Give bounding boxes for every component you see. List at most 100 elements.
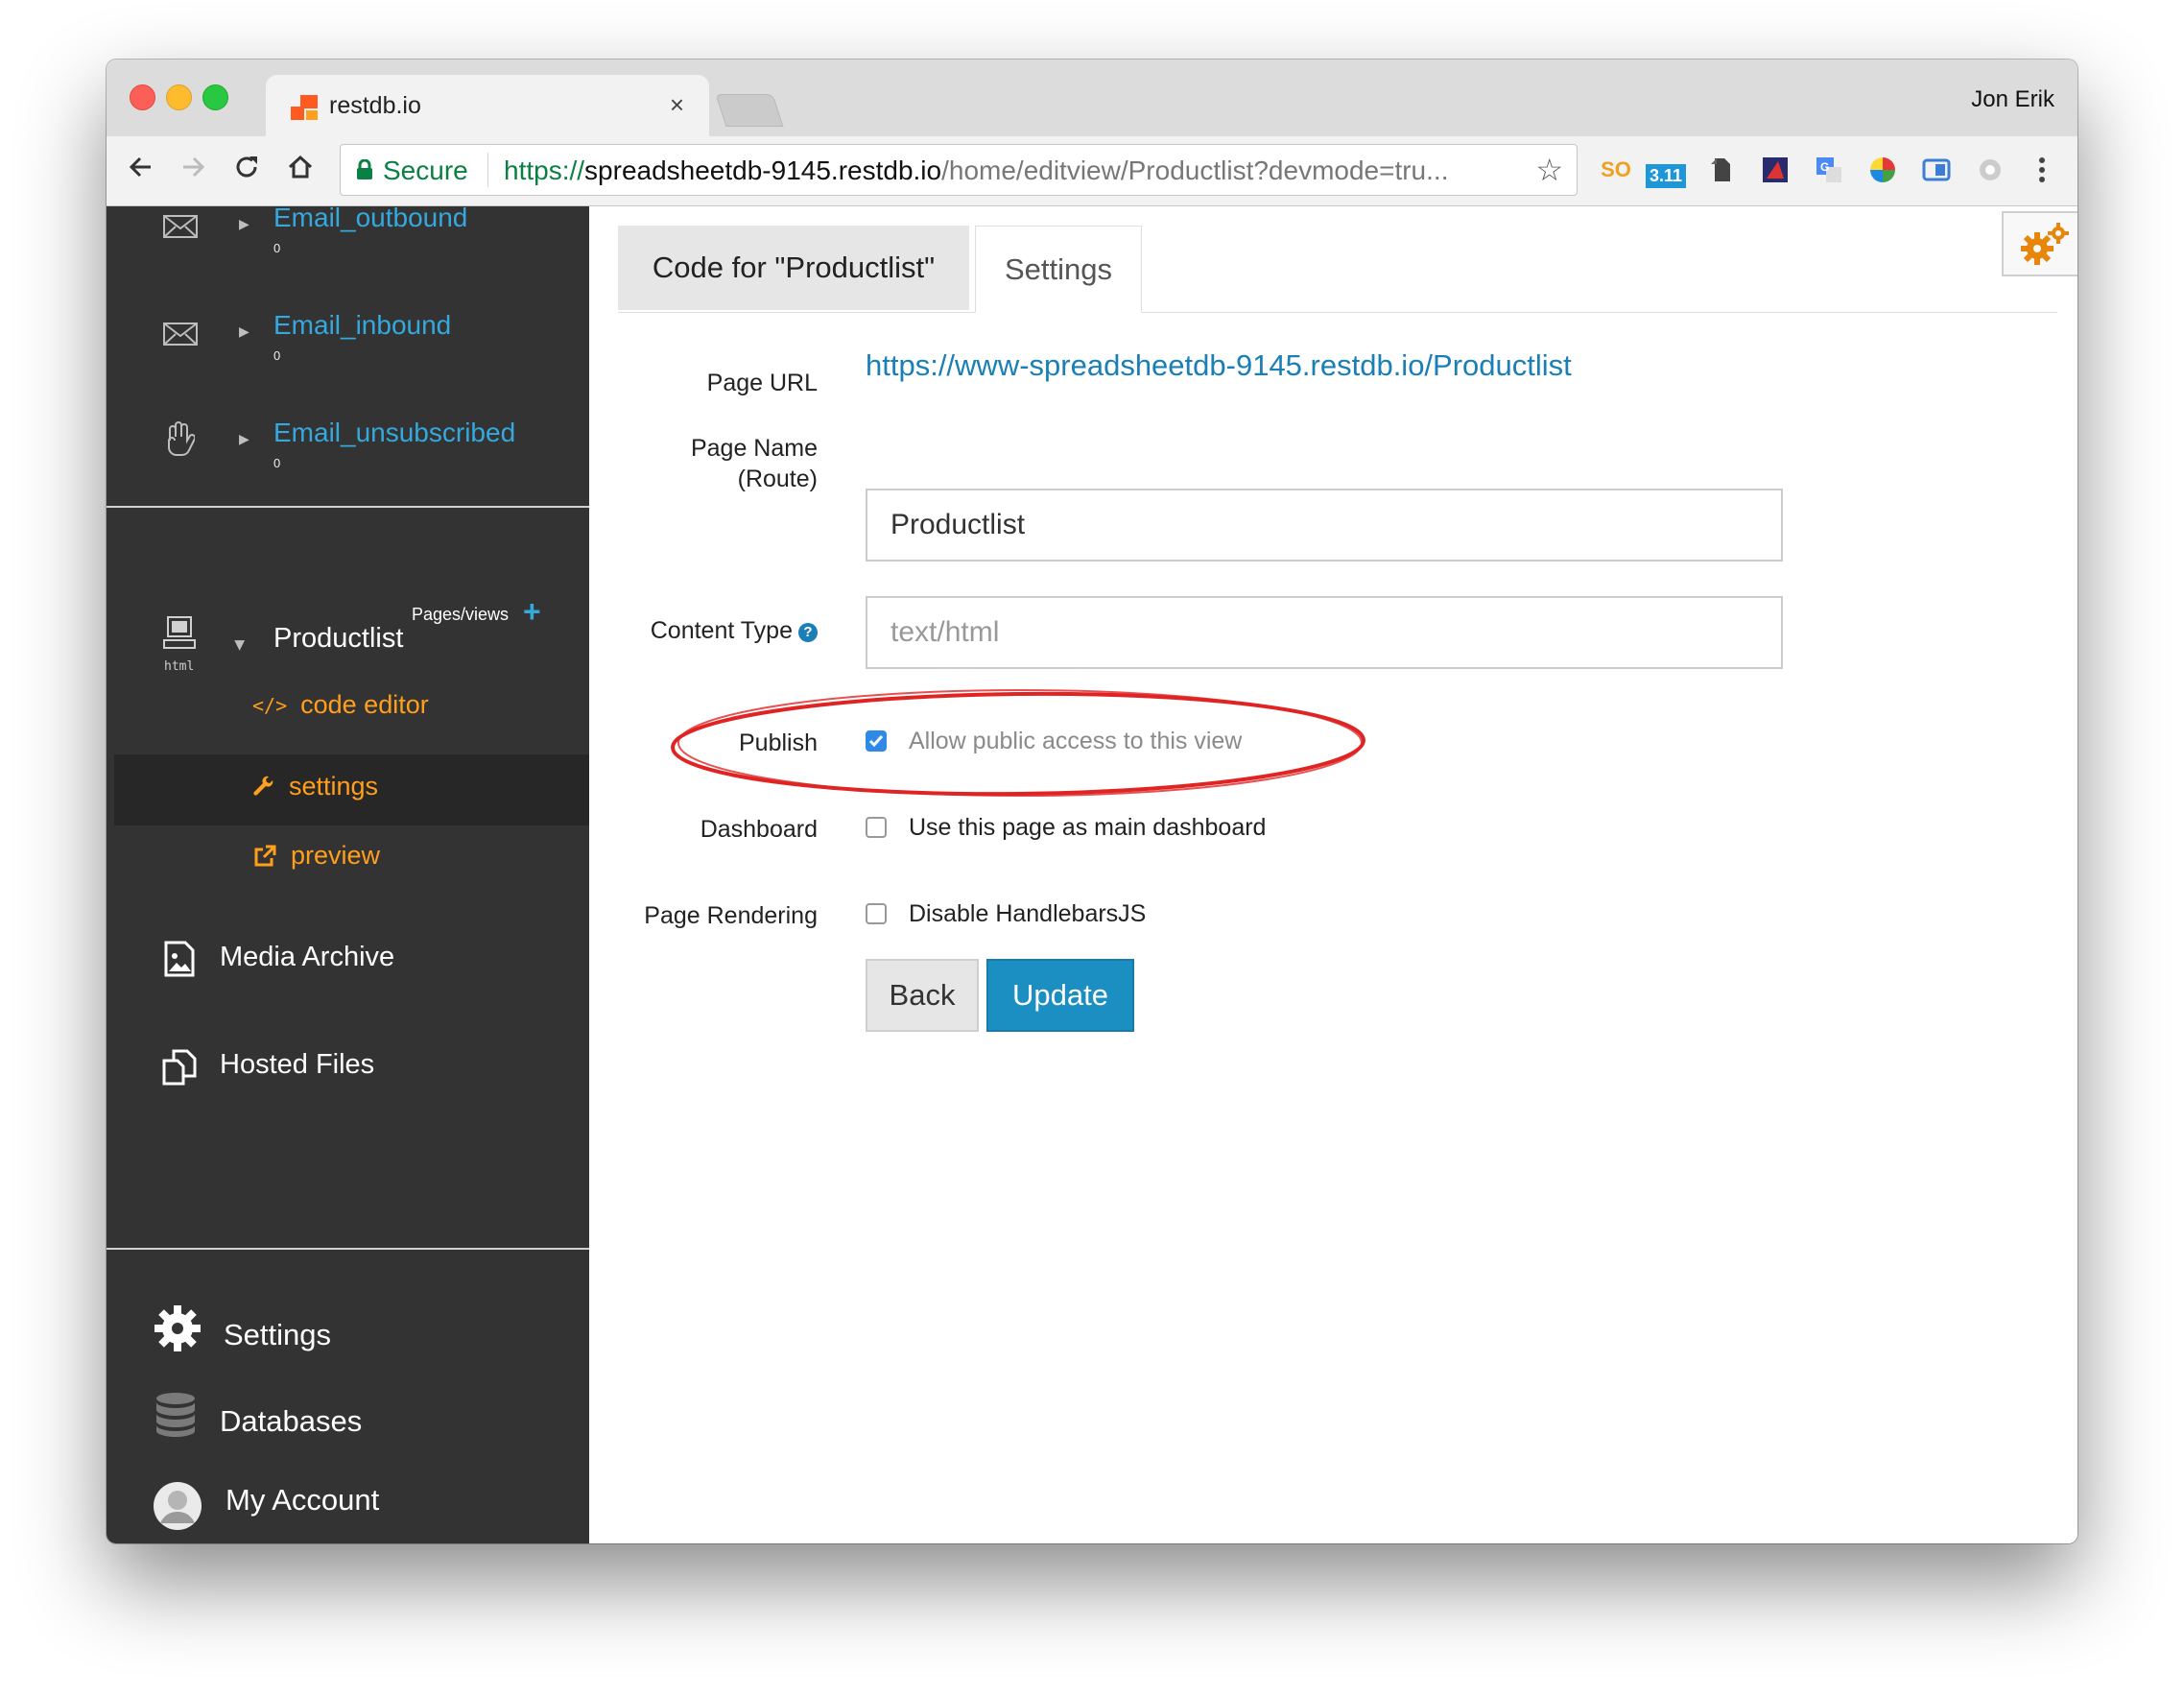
dashboard-label: Dashboard [700, 816, 818, 843]
secure-label: Secure [383, 155, 468, 185]
collection-count: 0 [273, 348, 281, 363]
collapsed-caret-icon[interactable]: ▶ [239, 323, 249, 340]
close-window-button[interactable] [130, 84, 155, 110]
menu-dots-icon[interactable] [2026, 154, 2058, 186]
tabs-underline [618, 312, 2057, 313]
collection-email-outbound[interactable]: Email_outbound [273, 203, 467, 233]
url-protocol: https:// [504, 155, 585, 185]
sidebar-item-hosted-files[interactable]: Hosted Files [220, 1049, 374, 1081]
dashboard-checkbox-text[interactable]: Use this page as main dashboard [909, 814, 1266, 842]
page-rendering-label: Page Rendering [644, 902, 818, 929]
envelope-icon [163, 215, 198, 238]
reload-icon[interactable] [226, 146, 268, 188]
tab-title: restdb.io [329, 92, 421, 119]
new-tab-button[interactable] [715, 94, 784, 127]
sidebar-item-databases[interactable]: Databases [220, 1404, 362, 1439]
content-type-input[interactable] [866, 596, 1783, 669]
collection-email-inbound[interactable]: Email_inbound [273, 310, 451, 341]
back-arrow-icon[interactable] [120, 146, 162, 188]
red-annotation-ellipse [671, 689, 1365, 797]
image-file-icon [164, 941, 195, 977]
gear-icon [154, 1305, 201, 1351]
sidebar-divider [107, 1248, 589, 1250]
stackoverflow-extension-icon[interactable]: SO [1600, 154, 1632, 186]
tab-close-icon[interactable]: × [670, 90, 684, 120]
collapsed-caret-icon[interactable]: ▶ [239, 431, 249, 447]
sidebar-item-my-account[interactable]: My Account [226, 1483, 379, 1518]
expanded-caret-icon[interactable]: ▶ [232, 640, 249, 651]
sidebar-item-settings[interactable]: settings [252, 772, 378, 801]
external-link-icon [254, 845, 276, 866]
extension-badge: 3.11 [1645, 163, 1687, 188]
avatar[interactable] [153, 1481, 202, 1531]
url-text[interactable]: https://spreadsheetdb-9145.restdb.io/hom… [504, 155, 1448, 186]
main-content: Code for "Productlist" Settings Page URL… [589, 206, 2077, 1543]
url-host: spreadsheetdb-9145.restdb.io [584, 155, 942, 185]
files-icon [162, 1049, 197, 1086]
tools-gear-button[interactable] [2002, 211, 2077, 276]
database-icon [156, 1393, 195, 1437]
browser-tab[interactable]: restdb.io × [266, 75, 709, 136]
url-path: /home/editview/Productlist?devmode=tru..… [941, 155, 1449, 185]
page-url-label: Page URL [706, 370, 818, 396]
minimize-window-button[interactable] [166, 84, 192, 110]
page-rendering-checkbox[interactable] [866, 903, 887, 924]
html-icon-caption: html [164, 659, 195, 674]
collection-count: 0 [273, 456, 281, 470]
svg-text:G: G [1820, 160, 1829, 174]
page-url-link[interactable]: https://www-spreadsheetdb-9145.restdb.io… [866, 348, 1572, 383]
lock-icon [357, 159, 372, 179]
tab-code[interactable]: Code for "Productlist" [618, 226, 969, 310]
color-picker-extension-icon[interactable] [1866, 154, 1899, 186]
address-bar[interactable]: Secure https://spreadsheetdb-9145.restdb… [340, 144, 1578, 196]
code-icon: </> [252, 693, 288, 717]
envelope-icon [163, 323, 198, 346]
wrench-icon [253, 776, 273, 796]
gears-icon [2021, 223, 2069, 265]
tab-settings[interactable]: Settings [975, 226, 1142, 313]
restdb-logo-icon [291, 95, 318, 120]
update-button[interactable]: Update [986, 959, 1134, 1032]
settings-link: settings [289, 772, 379, 801]
page-name-input[interactable] [866, 489, 1783, 562]
page-rendering-checkbox-text[interactable]: Disable HandlebarsJS [909, 900, 1146, 928]
profile-name[interactable]: Jon Erik [1971, 86, 2054, 113]
home-icon[interactable] [279, 146, 321, 188]
sidebar: ▶ Email_outbound 0 ▶ Email_inbound 0 ▶ E… [107, 203, 589, 1543]
omnibox-divider [487, 153, 488, 187]
screen-extension-icon[interactable] [1920, 154, 1953, 186]
speed-extension-icon[interactable] [1759, 154, 1792, 186]
disabled-extension-icon[interactable] [1974, 154, 2006, 186]
add-page-icon[interactable]: + [523, 594, 541, 630]
page-name-label-line1: Page Name [690, 435, 818, 462]
collection-email-unsubscribed[interactable]: Email_unsubscribed [273, 418, 515, 448]
browser-toolbar: Secure https://spreadsheetdb-9145.restdb… [107, 136, 2077, 206]
translate-extension-icon[interactable]: G [1813, 154, 1845, 186]
help-icon[interactable]: ? [798, 623, 818, 642]
bookmark-star-icon[interactable]: ☆ [1535, 152, 1563, 188]
forward-arrow-icon[interactable] [172, 146, 214, 188]
sidebar-item-settings-main[interactable]: Settings [224, 1318, 331, 1352]
maximize-window-button[interactable] [202, 84, 228, 110]
hand-icon [168, 421, 195, 456]
pages-views-header: Pages/views [412, 605, 510, 624]
evernote-extension-icon[interactable] [1705, 154, 1738, 186]
dashboard-checkbox[interactable] [866, 817, 887, 838]
sidebar-item-preview[interactable]: preview [252, 841, 380, 871]
preview-link: preview [291, 841, 381, 870]
collection-count: 0 [273, 241, 281, 255]
computer-icon [163, 616, 196, 649]
sidebar-item-code-editor[interactable]: </> code editor [252, 690, 429, 720]
back-button[interactable]: Back [866, 959, 979, 1032]
content-type-label-text: Content Type [650, 617, 793, 644]
page-name-label: Page Name (Route) [691, 433, 818, 494]
sidebar-divider [107, 506, 589, 508]
title-bar: restdb.io × Jon Erik [107, 60, 2077, 136]
browser-window: restdb.io × Jon Erik Secure https://spre… [107, 60, 2077, 1543]
page-productlist[interactable]: Productlist [273, 623, 403, 655]
collapsed-caret-icon[interactable]: ▶ [239, 216, 249, 232]
content-type-label: Content Type? [651, 615, 818, 646]
page-name-label-line2: (Route) [737, 466, 818, 492]
sidebar-item-media-archive[interactable]: Media Archive [220, 942, 394, 973]
version-extension-icon[interactable]: 3.11 [1642, 154, 1690, 188]
